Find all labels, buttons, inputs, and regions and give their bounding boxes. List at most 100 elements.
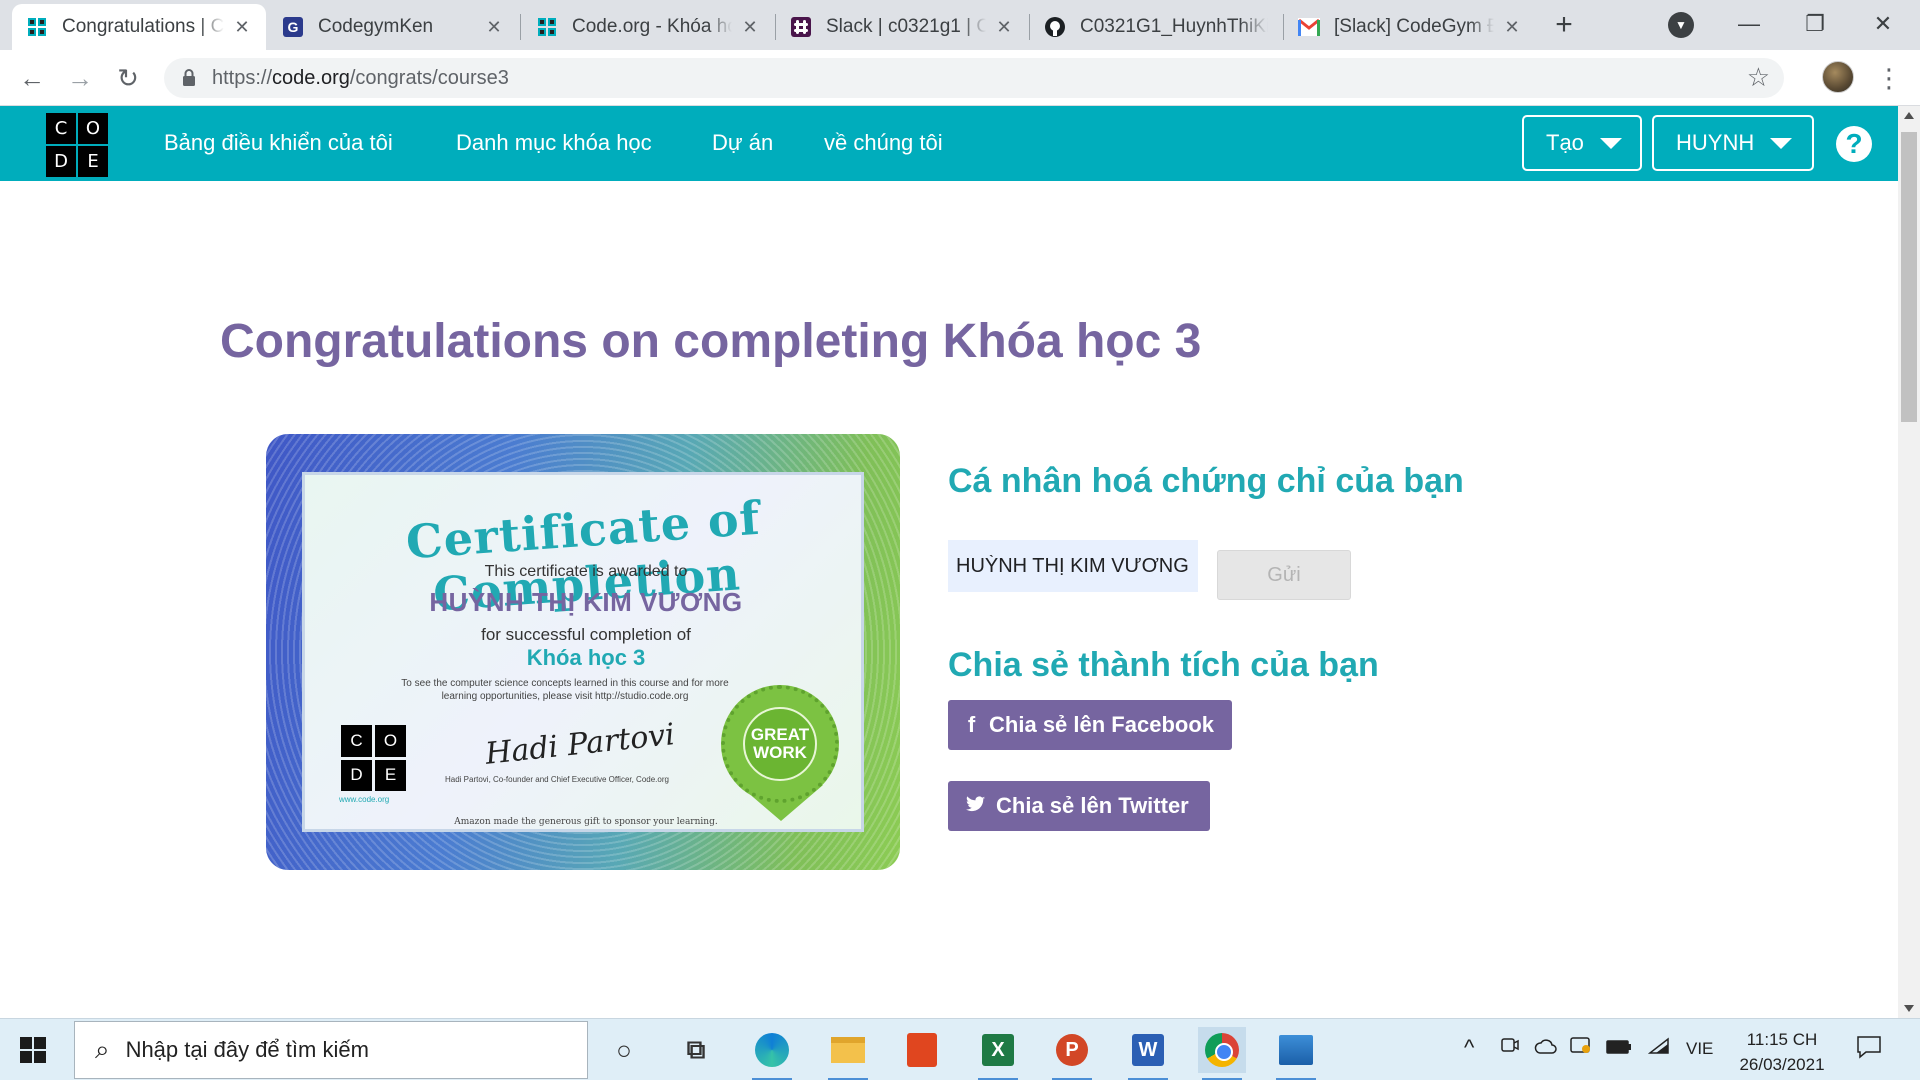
certificate-signature: Hadi Partovi <box>483 717 677 772</box>
file-explorer-icon[interactable] <box>824 1027 872 1080</box>
battery-icon[interactable] <box>1606 1035 1632 1061</box>
chrome-logo <box>1205 1033 1239 1067</box>
certificate-website: www.code.org <box>339 795 390 804</box>
tab-codeorg-course[interactable]: Code.org - Khóa học 3 ✕ <box>522 4 774 50</box>
nav-course-catalog[interactable]: Danh mục khóa học <box>456 130 652 156</box>
tab-slack[interactable]: Slack | c0321g1 | CodeGym ✕ <box>776 4 1028 50</box>
twitter-icon <box>966 793 985 819</box>
codeorg-icon <box>536 16 558 38</box>
onedrive-icon[interactable] <box>1534 1035 1558 1061</box>
seal-text-1: GREAT <box>750 725 810 744</box>
office-icon[interactable] <box>898 1027 946 1073</box>
close-icon[interactable]: ✕ <box>232 17 252 38</box>
address-bar[interactable]: https://code.org/congrats/course3 ☆ <box>164 58 1784 98</box>
tab-gmail[interactable]: [Slack] CodeGym Đà Nẵng ✕ <box>1284 4 1536 50</box>
cortana-icon[interactable]: ○ <box>600 1027 648 1073</box>
close-icon[interactable]: ✕ <box>1502 17 1522 38</box>
powerpoint-icon[interactable]: P <box>1048 1027 1096 1080</box>
user-dropdown[interactable]: HUYNH <box>1652 115 1814 171</box>
close-icon[interactable]: ✕ <box>484 17 504 38</box>
tab-search-icon[interactable]: ▼ <box>1668 12 1694 38</box>
notification-center-icon[interactable] <box>1856 1035 1882 1066</box>
tab-github[interactable]: C0321G1_HuynhThiKimVuong <box>1030 4 1282 50</box>
browser-menu-icon[interactable]: ⋮ <box>1876 60 1902 96</box>
help-icon[interactable]: ? <box>1836 126 1872 162</box>
tab-codegymken[interactable]: G CodegymKen ✕ <box>268 4 518 50</box>
tab-title: Slack | c0321g1 | CodeGym <box>826 16 986 37</box>
gmail-icon <box>1298 16 1320 38</box>
github-icon <box>1044 16 1066 38</box>
share-facebook-button[interactable]: f Chia sẻ lên Facebook <box>948 700 1232 750</box>
taskbar-search-placeholder: Nhập tại đây để tìm kiếm <box>125 1037 369 1062</box>
photos-icon[interactable] <box>1272 1027 1320 1080</box>
nav-my-dashboard[interactable]: Bảng điều khiển của tôi <box>164 130 393 156</box>
reload-button[interactable]: ↻ <box>110 60 146 96</box>
codegym-icon: G <box>282 16 304 38</box>
share-facebook-label: Chia sẻ lên Facebook <box>989 712 1214 737</box>
seal-text-2: WORK <box>753 743 807 762</box>
logo-letter: E <box>375 759 406 791</box>
forward-button[interactable]: → <box>62 60 98 96</box>
edge-icon[interactable] <box>748 1027 796 1080</box>
back-button[interactable]: ← <box>14 60 50 96</box>
tab-congratulations[interactable]: Congratulations | Code.org ✕ <box>12 4 266 50</box>
facebook-icon: f <box>967 712 976 737</box>
close-icon[interactable]: ✕ <box>740 17 760 38</box>
share-twitter-button[interactable]: Chia sẻ lên Twitter <box>948 781 1210 831</box>
close-icon[interactable]: ✕ <box>994 17 1014 38</box>
security-icon[interactable] <box>1570 1035 1592 1061</box>
tray-overflow-icon[interactable]: ^ <box>1464 1035 1474 1061</box>
share-twitter-label: Chia sẻ lên Twitter <box>996 793 1189 818</box>
logo-letter: C <box>46 113 76 144</box>
chrome-icon[interactable] <box>1198 1027 1246 1080</box>
word-icon[interactable]: W <box>1124 1027 1172 1080</box>
certificate-body: Certificate of Completion This certifica… <box>302 472 864 832</box>
profile-avatar[interactable] <box>1822 61 1854 93</box>
great-work-seal: GREAT WORK <box>721 685 839 803</box>
chevron-down-icon <box>1770 137 1793 149</box>
windows-start-icon[interactable] <box>20 1037 46 1063</box>
tab-title: [Slack] CodeGym Đà Nẵng <box>1334 16 1494 37</box>
excel-logo: X <box>982 1034 1014 1066</box>
certificate-details: To see the computer science concepts lea… <box>401 678 729 702</box>
excel-icon[interactable]: X <box>974 1027 1022 1080</box>
logo-letter: O <box>78 113 108 144</box>
system-clock[interactable]: 11:15 CH 26/03/2021 <box>1734 1027 1830 1077</box>
restore-button[interactable]: ❐ <box>1790 6 1840 42</box>
certificate-name-input[interactable] <box>948 540 1198 592</box>
meet-now-icon[interactable] <box>1500 1035 1520 1061</box>
wifi-icon[interactable] <box>1647 1035 1670 1061</box>
certificate-course: Khóa học 3 <box>526 645 646 670</box>
codeorg-icon <box>26 16 48 38</box>
user-label: HUYNH <box>1676 130 1755 155</box>
powerpoint-logo: P <box>1056 1034 1088 1066</box>
browser-toolbar: ← → ↻ https://code.org/congrats/course3 … <box>0 50 1920 106</box>
bookmark-star-icon[interactable]: ☆ <box>1747 62 1770 93</box>
taskbar-search-box[interactable]: ⌕ Nhập tại đây để tìm kiếm <box>74 1021 588 1079</box>
scroll-thumb[interactable] <box>1901 132 1917 422</box>
nav-about-us[interactable]: về chúng tôi <box>824 130 943 156</box>
task-view-icon[interactable]: ⧉ <box>672 1027 720 1073</box>
tab-title: C0321G1_HuynhThiKimVuong <box>1080 16 1268 37</box>
tab-title: CodegymKen <box>318 16 434 37</box>
site-header: C O D E Bảng điều khiển của tôi Danh mục… <box>0 106 1898 181</box>
logo-letter: O <box>375 725 406 757</box>
folder-logo <box>831 1037 865 1063</box>
url-path: /congrats/course3 <box>349 67 509 89</box>
minimize-button[interactable]: — <box>1724 6 1774 42</box>
certificate-signer-title: Hadi Partovi, Co-founder and Chief Execu… <box>445 775 669 784</box>
new-tab-button[interactable]: + <box>1548 10 1580 42</box>
logo-letter: D <box>341 759 372 791</box>
create-dropdown[interactable]: Tạo <box>1522 115 1642 171</box>
input-language[interactable]: VIE <box>1686 1039 1713 1059</box>
clock-date: 26/03/2021 <box>1739 1055 1825 1074</box>
submit-button[interactable]: Gửi <box>1217 550 1351 600</box>
scroll-up-arrow-icon[interactable] <box>1904 112 1914 119</box>
codeorg-logo[interactable]: C O D E <box>46 113 110 177</box>
nav-projects[interactable]: Dự án <box>712 130 773 156</box>
url-scheme: https:// <box>212 67 273 89</box>
page-scrollbar[interactable] <box>1898 106 1920 1018</box>
scroll-down-arrow-icon[interactable] <box>1904 1005 1914 1012</box>
clock-time: 11:15 CH <box>1746 1030 1818 1049</box>
window-close-button[interactable]: ✕ <box>1858 6 1908 42</box>
